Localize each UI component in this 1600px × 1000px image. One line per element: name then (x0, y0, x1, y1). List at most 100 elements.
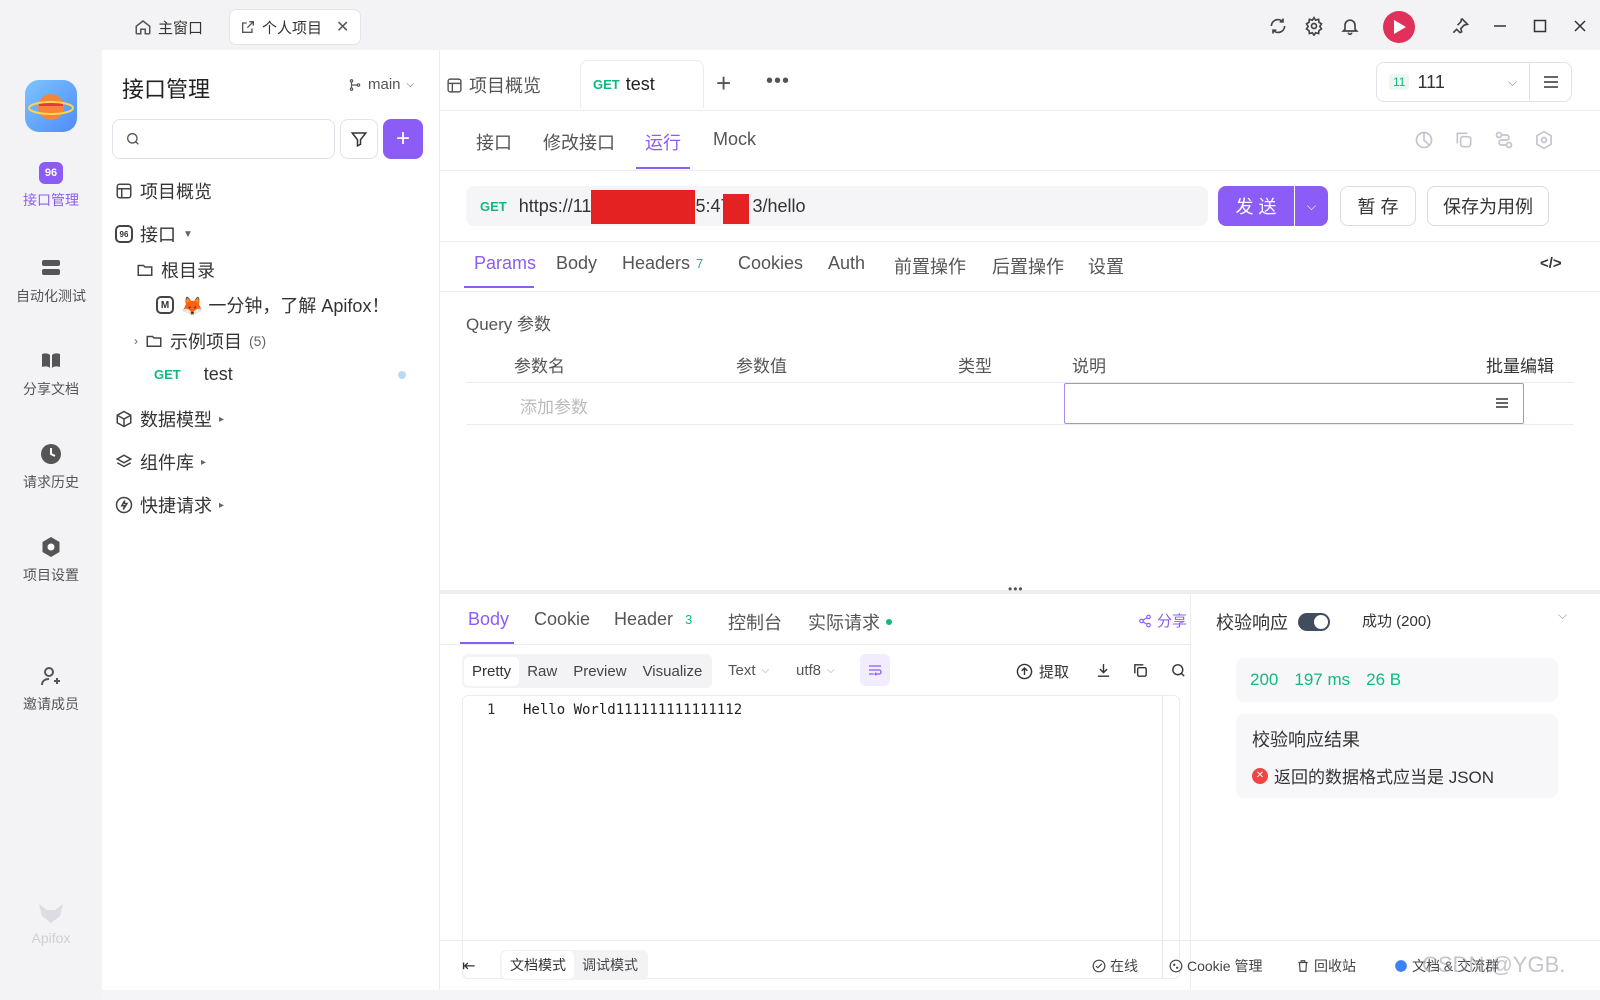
window-tab-label: 个人项目 (262, 19, 323, 37)
format-visualize[interactable]: Visualize (635, 657, 711, 686)
tree-item-components[interactable]: 组件库 ▸ (115, 449, 206, 475)
encoding-select[interactable]: utf8 ⌵ (796, 662, 835, 679)
resp-tab-body[interactable]: Body (468, 609, 509, 630)
param-tab-settings[interactable]: 设置 (1088, 253, 1124, 279)
drag-handle-icon[interactable]: ••• (1008, 582, 1024, 596)
subtab-mock[interactable]: Mock (713, 129, 756, 150)
chart-icon[interactable] (1414, 130, 1434, 150)
param-tab-post[interactable]: 后置操作 (992, 253, 1064, 279)
tree-item-test[interactable]: GET test (154, 364, 233, 385)
settings-icon[interactable] (1302, 14, 1326, 38)
response-size: 26 B (1366, 670, 1402, 689)
cookie-manager-button[interactable]: Cookie 管理 (1169, 956, 1262, 976)
menu-icon[interactable] (1495, 397, 1509, 409)
rail-item-history[interactable]: 请求历史 (0, 442, 102, 492)
save-temp-button[interactable]: 暂 存 (1340, 186, 1416, 226)
rail-item-invite[interactable]: 邀请成员 (0, 664, 102, 714)
environment-selector[interactable]: 11 111 ⌵ (1376, 62, 1530, 102)
tree-item-overview[interactable]: 项目概览 (115, 178, 212, 204)
refresh-icon[interactable] (1266, 14, 1290, 38)
tree-item-quick[interactable]: 快捷请求 ▸ (115, 492, 224, 518)
subtab-edit[interactable]: 修改接口 (543, 129, 615, 155)
window-tab-project[interactable]: 个人项目 ✕ (230, 10, 360, 44)
subtab-api[interactable]: 接口 (476, 129, 512, 155)
url-bar[interactable]: GET https://11 5:47 3/hello (466, 186, 1208, 226)
window-tab-label: 主窗口 (158, 19, 204, 37)
avatar[interactable] (1383, 11, 1415, 43)
param-tab-pre[interactable]: 前置操作 (894, 253, 966, 279)
tree-item-examples[interactable]: › 示例项目 (5) (134, 328, 266, 354)
debug-mode-button[interactable]: 调试模式 (574, 951, 646, 979)
format-pretty[interactable]: Pretty (464, 656, 520, 686)
validate-toggle[interactable] (1298, 613, 1330, 631)
copy-icon[interactable] (1454, 130, 1474, 150)
collapse-icon[interactable]: ⇤ (462, 956, 475, 976)
send-dropdown-button[interactable]: ⌵ (1295, 186, 1328, 226)
param-tab-body[interactable]: Body (556, 253, 597, 274)
rail-item-docs[interactable]: 分享文档 (0, 349, 102, 399)
rail-item-settings[interactable]: 项目设置 (0, 535, 102, 585)
search-icon[interactable] (1170, 662, 1187, 679)
bell-icon[interactable] (1338, 14, 1362, 38)
close-tab-icon[interactable]: ✕ (336, 17, 349, 37)
copy-icon[interactable] (1132, 662, 1149, 679)
maximize-icon[interactable] (1528, 14, 1552, 38)
share-button[interactable]: 分享 (1138, 610, 1187, 631)
save-case-button[interactable]: 保存为用例 (1427, 186, 1549, 226)
type-select[interactable]: Text ⌵ (728, 662, 769, 679)
minimize-icon[interactable] (1488, 14, 1512, 38)
tree-item-api[interactable]: 96 接口 ▼ (115, 221, 193, 247)
response-code-area[interactable]: 1 Hello World111111111111112 (462, 695, 1180, 979)
download-icon[interactable] (1095, 662, 1112, 679)
filter-button[interactable] (340, 119, 378, 159)
description-input[interactable] (1064, 383, 1524, 424)
more-tabs-icon[interactable]: ••• (766, 70, 790, 93)
project-logo[interactable] (25, 80, 77, 132)
branch-icon (348, 78, 362, 92)
param-tab-headers[interactable]: Headers 7 (622, 253, 703, 274)
new-tab-button[interactable]: + (716, 68, 731, 99)
extract-button[interactable]: 提取 (1016, 661, 1069, 682)
validate-status[interactable]: 成功 (200) (1362, 610, 1431, 631)
tree-item-root[interactable]: 根目录 (136, 257, 215, 283)
rail-item-automation[interactable]: 自动化测试 (0, 256, 102, 306)
chevron-down-icon[interactable]: ⌵ (1558, 608, 1567, 623)
wrap-toggle[interactable] (860, 654, 890, 686)
bulk-edit-link[interactable]: 批量编辑 (1486, 352, 1554, 377)
close-icon[interactable] (1568, 14, 1592, 38)
param-tab-params[interactable]: Params (474, 253, 536, 274)
resp-tab-header[interactable]: Header 3 (614, 609, 692, 630)
pin-icon[interactable] (1448, 14, 1472, 38)
sidebar-search[interactable] (112, 119, 335, 159)
gear-icon[interactable] (1534, 130, 1554, 150)
param-tab-auth[interactable]: Auth (828, 253, 865, 274)
window-tab-home[interactable]: 主窗口 (124, 10, 213, 44)
doc-tab-overview[interactable]: 项目概览 (446, 72, 541, 98)
trash-button[interactable]: 回收站 (1296, 956, 1356, 976)
resp-tab-actual[interactable]: 实际请求 (808, 609, 892, 635)
rail-item-api[interactable]: 96 接口管理 (0, 162, 102, 210)
resp-tab-console[interactable]: 控制台 (728, 609, 782, 635)
doc-tab-test[interactable]: GET test (580, 60, 704, 108)
code-icon[interactable]: </> (1540, 255, 1562, 272)
param-tab-cookies[interactable]: Cookies (738, 253, 803, 274)
doc-mode-button[interactable]: 文档模式 (502, 951, 574, 979)
format-raw[interactable]: Raw (519, 657, 565, 686)
subtab-run[interactable]: 运行 (645, 129, 681, 155)
env-menu-button[interactable] (1530, 62, 1572, 102)
resp-tab-cookie[interactable]: Cookie (534, 609, 590, 630)
add-button[interactable]: + (383, 119, 423, 159)
tree-item-models[interactable]: 数据模型 ▸ (115, 406, 224, 432)
online-status[interactable]: 在线 (1092, 956, 1138, 976)
flow-icon[interactable] (1494, 130, 1514, 150)
send-button[interactable]: 发 送 (1218, 186, 1294, 226)
validate-result-msg: 返回的数据格式应当是 JSON (1274, 768, 1495, 787)
format-preview[interactable]: Preview (565, 657, 634, 686)
tree-count: (5) (249, 333, 267, 349)
add-param-input[interactable]: 添加参数 (520, 393, 588, 418)
scrollbar-track[interactable] (1162, 696, 1163, 978)
method-selector[interactable]: GET (480, 199, 507, 214)
branch-selector[interactable]: main ⌵ (348, 76, 414, 93)
search-input[interactable] (149, 131, 330, 147)
tree-item-intro[interactable]: M 🦊 一分钟，了解 Apifox！ (156, 292, 389, 318)
